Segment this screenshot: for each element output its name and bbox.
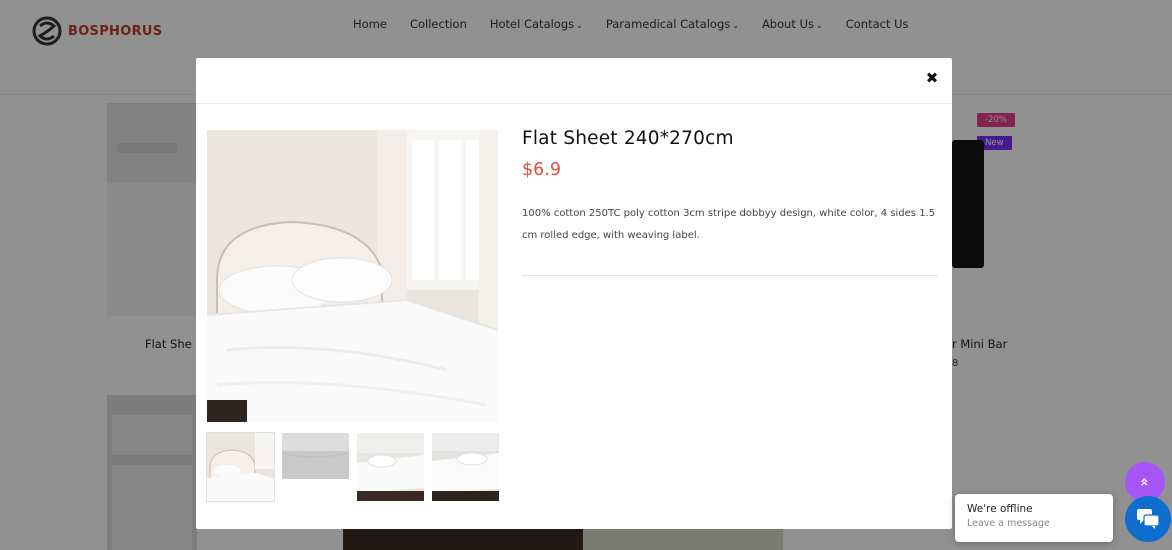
product-description: 100% cotton 250TC poly cotton 3cm stripe…	[522, 208, 936, 241]
thumbnail-strip	[206, 432, 499, 502]
thumbnail-4[interactable]	[432, 433, 499, 501]
chat-subtitle: Leave a message	[967, 518, 1050, 529]
product-main-image[interactable]	[207, 130, 498, 422]
chat-offline-box[interactable]: We're offline Leave a message	[955, 494, 1113, 542]
double-chevron-up-icon: »	[1136, 477, 1153, 487]
chat-button[interactable]	[1125, 496, 1171, 542]
product-title: Flat Sheet 240*270cm	[522, 128, 734, 149]
thumbnail-3[interactable]	[357, 433, 424, 501]
divider	[522, 275, 938, 276]
modal-header: ✖	[196, 58, 952, 104]
quick-view-modal: ✖ Flat Sheet 240*270cm $6.9 100% cotton …	[196, 58, 952, 529]
thumbnail-2[interactable]	[282, 433, 349, 501]
chat-title: We're offline	[967, 503, 1033, 515]
thumbnail-1[interactable]	[206, 432, 275, 502]
close-icon[interactable]: ✖	[924, 70, 940, 86]
chat-bubble-icon	[1137, 509, 1159, 529]
product-price: $6.9	[522, 160, 561, 180]
